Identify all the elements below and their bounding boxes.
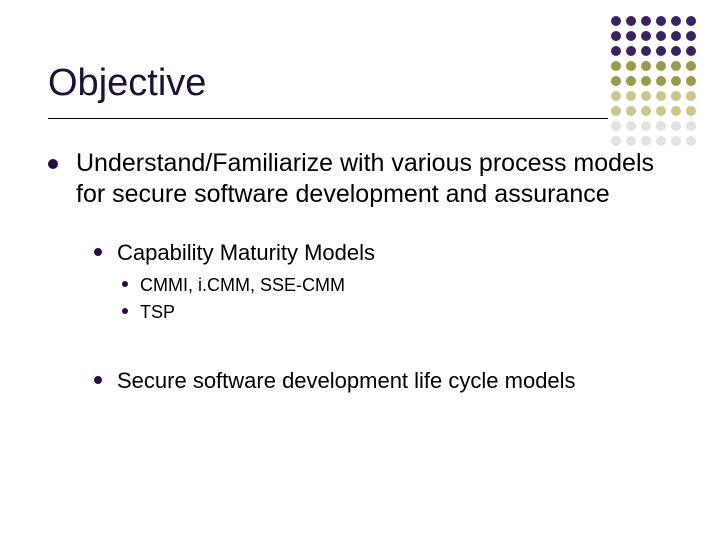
bullet-icon	[48, 159, 58, 169]
list-item-text: Secure software development life cycle m…	[117, 367, 658, 395]
list-item-text: Capability Maturity Models	[117, 239, 658, 267]
list-item: CMMI, i.CMM, SSE-CMM	[122, 274, 658, 297]
bullet-icon	[94, 376, 102, 384]
list-item: TSP	[122, 301, 658, 324]
decorative-dots-icon	[611, 16, 698, 148]
title-underline	[48, 118, 608, 119]
list-item: Capability Maturity Models	[94, 239, 658, 267]
bullet-icon	[122, 308, 128, 314]
bullet-icon	[122, 281, 128, 287]
list-item-text: TSP	[140, 301, 658, 324]
slide-title: Objective	[48, 62, 206, 105]
list-item: Understand/Familiarize with various proc…	[48, 148, 658, 211]
sublist: Capability Maturity Models CMMI, i.CMM, …	[94, 239, 658, 395]
bullet-icon	[94, 248, 102, 256]
slide-body: Understand/Familiarize with various proc…	[48, 148, 658, 403]
sub-sublist: CMMI, i.CMM, SSE-CMM TSP	[122, 274, 658, 323]
list-item-text: CMMI, i.CMM, SSE-CMM	[140, 274, 658, 297]
list-item-text: Understand/Familiarize with various proc…	[76, 148, 658, 211]
list-item: Secure software development life cycle m…	[94, 367, 658, 395]
slide: Objective Understand/Familiarize with va…	[0, 0, 720, 540]
